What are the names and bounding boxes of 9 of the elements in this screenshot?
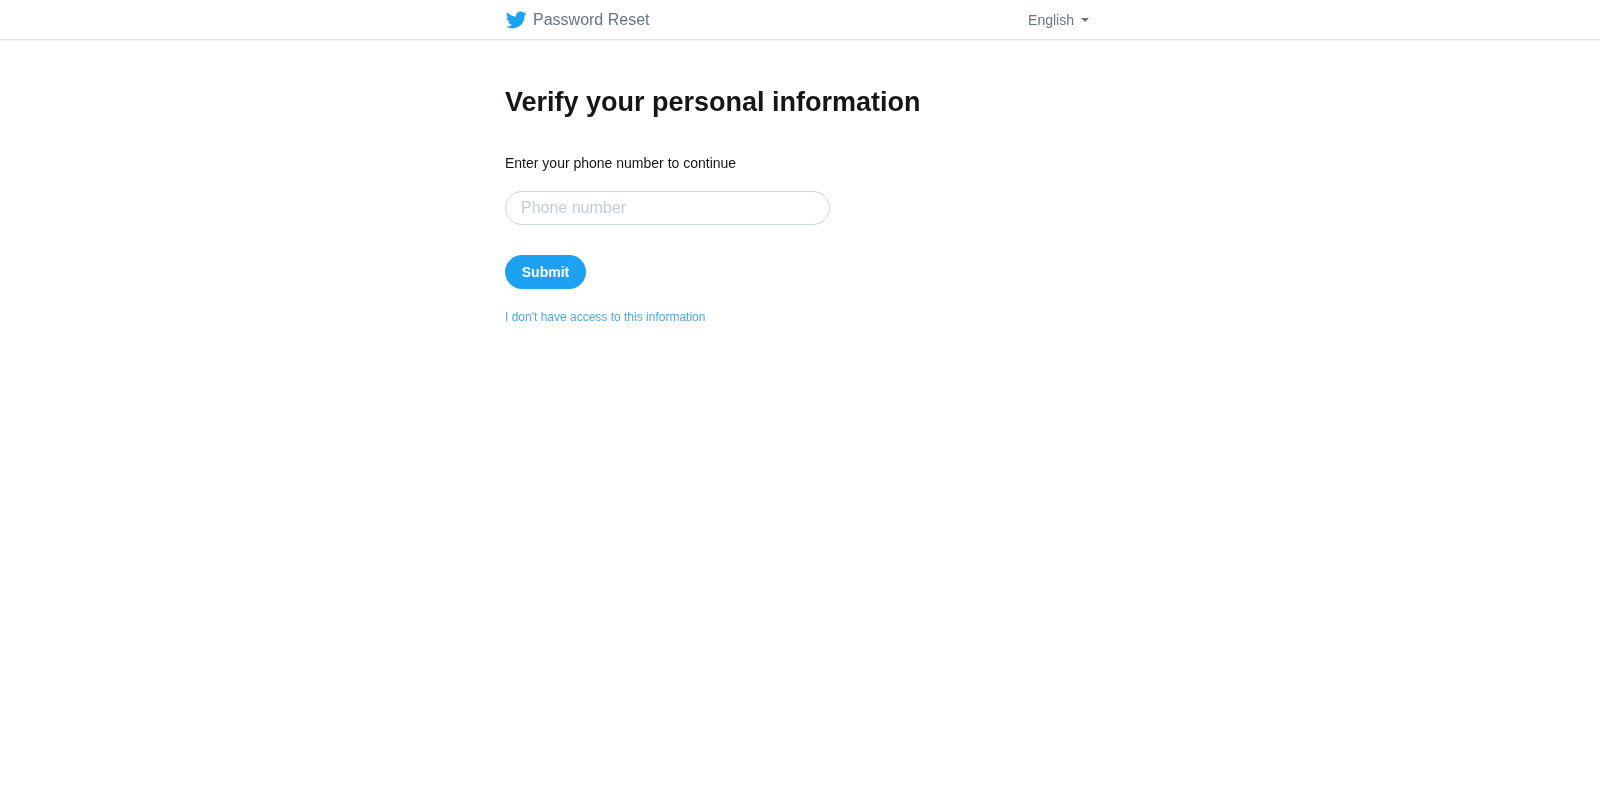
language-dropdown[interactable]: English <box>1028 11 1089 28</box>
bird-logo-icon <box>505 10 527 29</box>
instruction-text: Enter your phone number to continue <box>505 154 737 172</box>
submit-button[interactable]: Submit <box>505 255 586 289</box>
page-heading: Verify your personal information <box>505 86 921 118</box>
caret-icon <box>1081 17 1089 22</box>
no-access-link[interactable]: I don't have access to this information <box>505 309 706 325</box>
phone-number-input[interactable]: Phone number <box>505 191 830 225</box>
page-title: Password Reset <box>533 10 650 29</box>
